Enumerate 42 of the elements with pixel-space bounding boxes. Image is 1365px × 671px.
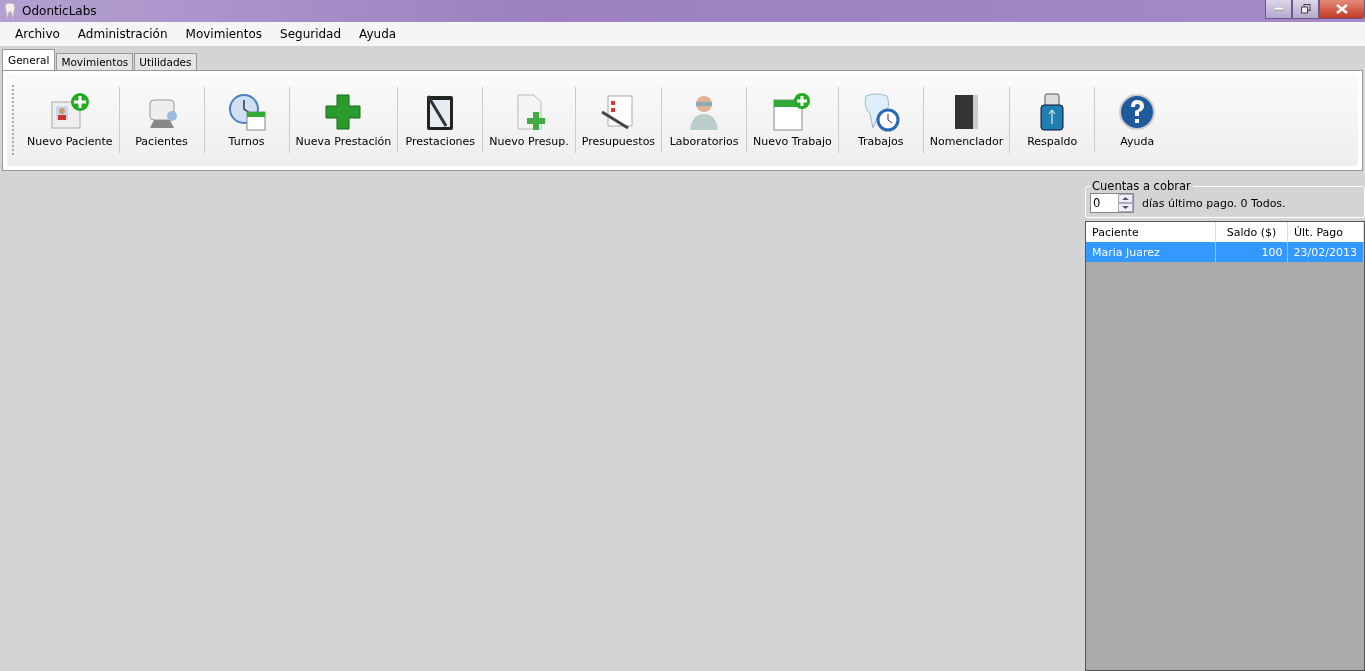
menu-item[interactable]: Ayuda: [350, 27, 406, 41]
toolbar-button[interactable]: Nuevo Paciente: [21, 90, 119, 150]
toolbar-button[interactable]: Turnos: [204, 90, 289, 150]
restore-icon: [1300, 4, 1311, 14]
toolbar-button[interactable]: Nomenclador: [923, 90, 1010, 150]
minimize-button[interactable]: [1265, 0, 1292, 19]
close-icon: [1336, 4, 1348, 14]
tooth-icon: [4, 3, 16, 19]
toolbar-button[interactable]: Presupuestos: [575, 90, 662, 150]
table-cell: Maria Juarez: [1086, 242, 1216, 262]
toolbar-button[interactable]: Pacientes: [119, 90, 204, 150]
clock-calendar-icon: [226, 92, 267, 132]
tab[interactable]: Movimientos: [56, 53, 134, 70]
days-spinner[interactable]: 0: [1090, 193, 1134, 213]
days-label: días último pago. 0 Todos.: [1142, 196, 1286, 210]
toolbar-grip[interactable]: [12, 85, 16, 155]
restore-button[interactable]: [1292, 0, 1319, 19]
help-icon: [1117, 92, 1158, 132]
toolbar-button[interactable]: Ayuda: [1095, 90, 1180, 150]
tab[interactable]: Utilidades: [134, 53, 197, 70]
plus-icon: [323, 92, 364, 132]
calendar-plus-icon: [772, 92, 813, 132]
toolbar-button[interactable]: Nueva Prestación: [289, 90, 398, 150]
menu-item[interactable]: Seguridad: [271, 27, 351, 41]
person-card-icon: [49, 92, 90, 132]
toolbar-button[interactable]: Nuevo Presup.: [483, 90, 575, 150]
group-title: Cuentas a cobrar: [1091, 179, 1192, 193]
menu-item[interactable]: Archivo: [6, 27, 69, 41]
tab[interactable]: General: [2, 49, 56, 70]
close-button[interactable]: [1319, 0, 1365, 19]
menu-item[interactable]: Administración: [68, 27, 177, 41]
toolbar-button[interactable]: Nuevo Trabajo: [747, 90, 838, 150]
toolbar-button[interactable]: Prestaciones: [398, 90, 483, 150]
menu-item[interactable]: Movimientos: [176, 27, 271, 41]
spinner-arrows-icon[interactable]: [1118, 194, 1133, 212]
toolbar-button[interactable]: Laboratorios: [662, 90, 747, 150]
table-cell: 100: [1215, 242, 1288, 262]
table-cell: 23/02/2013: [1287, 242, 1364, 262]
minimize-icon: [1273, 7, 1284, 11]
window-title: OdonticLabs: [22, 4, 97, 18]
toolbar-button[interactable]: Respaldo: [1010, 90, 1095, 150]
toolbar-button[interactable]: Trabajos: [838, 90, 923, 150]
